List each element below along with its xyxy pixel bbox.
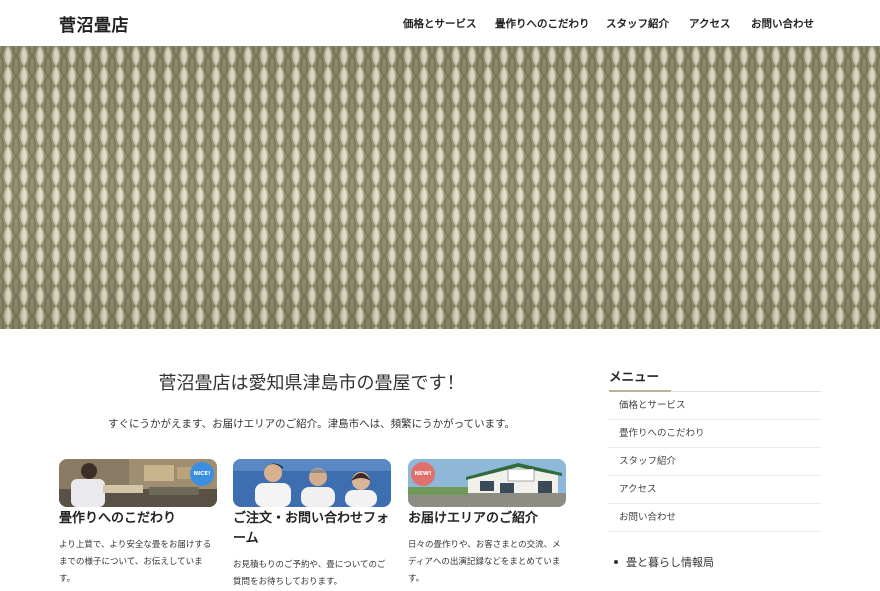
sidebar-item-pricing[interactable]: 価格とサービス (609, 392, 821, 420)
nav-item-staff[interactable]: スタッフ紹介 (606, 16, 669, 31)
sidebar-info-link-label[interactable]: 畳と暮らし情報局 (626, 556, 714, 569)
card-delivery-area[interactable]: NEW! お届けエリアのご紹介 日々の畳作りや、お客さまとの交流、メディアへの出… (408, 459, 566, 588)
staff-photo (233, 459, 391, 507)
card-order-form[interactable]: ご注文・お問い合わせフォーム お見積もりのご予約や、畳についてのご質問をお待ちし… (233, 459, 391, 591)
sidebar-item-access[interactable]: アクセス (609, 476, 821, 504)
hero-tatami-image (0, 46, 880, 329)
card-text: お見積もりのご予約や、畳についてのご質問をお待ちしております。 (233, 560, 386, 587)
card-craftsmanship[interactable]: NICE! 畳作りへのこだわり より上質で、より安全な畳をお届けするまでの様子に… (59, 459, 217, 588)
tatami-texture (0, 46, 880, 329)
bullet-icon (614, 560, 618, 564)
site-header: 菅沼畳店 価格とサービス 畳作りへのこだわり スタッフ紹介 アクセス お問い合わ… (0, 0, 880, 46)
nav-item-contact[interactable]: お問い合わせ (751, 16, 814, 31)
card-image-staff[interactable] (233, 459, 391, 507)
sidebar-heading: メニュー (609, 366, 821, 392)
page-title: 菅沼畳店は愛知県津島市の畳屋です！ (158, 373, 465, 394)
sidebar-menu: メニュー 価格とサービス 畳作りへのこだわり スタッフ紹介 アクセス お問い合わ… (609, 366, 821, 532)
nav-item-craftsmanship[interactable]: 畳作りへのこだわり (495, 16, 590, 31)
sidebar-item-craftsmanship[interactable]: 畳作りへのこだわり (609, 420, 821, 448)
page-lead-text: すぐにうかがえます、お届けエリアのご紹介。津島市へは、頻繁にうかがっています。 (107, 418, 516, 430)
nav-item-pricing[interactable]: 価格とサービス (403, 16, 477, 31)
badge-nice: NICE! (190, 462, 214, 486)
nav-item-access[interactable]: アクセス (689, 16, 730, 31)
site-title[interactable]: 菅沼畳店 (59, 11, 129, 36)
card-image-shop[interactable]: NEW! (408, 459, 566, 507)
sidebar-list: 価格とサービス 畳作りへのこだわり スタッフ紹介 アクセス お問い合わせ (609, 392, 821, 532)
card-text: 日々の畳作りや、お客さまとの交流、メディアへの出演記録などをまとめています。 (408, 540, 561, 584)
sidebar-item-contact[interactable]: お問い合わせ (609, 504, 821, 532)
card-title[interactable]: お届けエリアのご紹介 (408, 509, 566, 529)
card-title[interactable]: 畳作りへのこだわり (59, 509, 217, 529)
card-text: より上質で、より安全な畳をお届けするまでの様子について、お伝えしています。 (59, 540, 212, 584)
card-image-workshop[interactable]: NICE! (59, 459, 217, 507)
sidebar-info-link[interactable]: 畳と暮らし情報局 (609, 554, 714, 570)
card-title[interactable]: ご注文・お問い合わせフォーム (233, 509, 391, 549)
sidebar-item-staff[interactable]: スタッフ紹介 (609, 448, 821, 476)
badge-new: NEW! (411, 462, 435, 486)
